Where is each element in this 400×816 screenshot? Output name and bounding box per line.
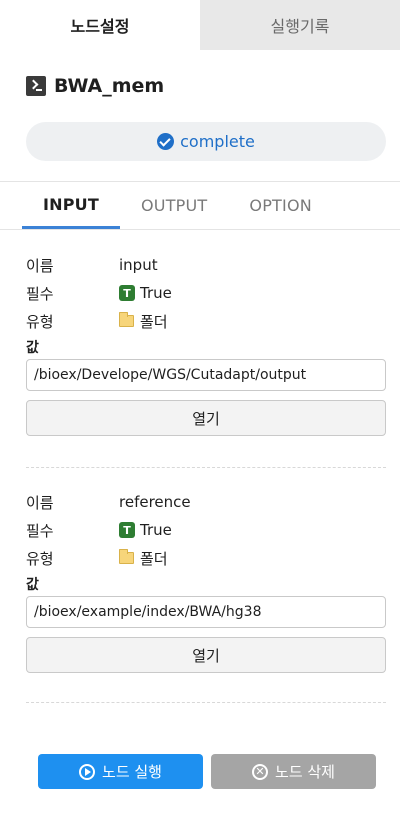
param-type-row: 유형 폴더 (26, 544, 386, 572)
param-name-row: 이름 reference (26, 488, 386, 516)
tab-input[interactable]: INPUT (22, 182, 120, 229)
delete-node-button[interactable]: ✕ 노드 삭제 (211, 754, 376, 789)
param-name-row: 이름 input (26, 251, 386, 279)
type-label: 유형 (26, 312, 54, 331)
path-field[interactable]: /bioex/example/index/BWA/hg38 (26, 596, 386, 628)
play-circle-icon (79, 763, 96, 780)
param-required-row: 필수 T True (26, 279, 386, 307)
param-name: reference (119, 493, 191, 511)
check-circle-icon (157, 133, 175, 150)
run-node-button[interactable]: 노드 실행 (38, 754, 203, 789)
value-label: 값 (26, 577, 39, 593)
open-button[interactable]: 열기 (26, 637, 386, 673)
node-header: BWA_mem (0, 50, 400, 122)
name-label: 이름 (26, 493, 54, 512)
tab-option[interactable]: OPTION (228, 182, 333, 229)
tab-node-settings[interactable]: 노드설정 (0, 0, 200, 50)
required-value: True (140, 521, 172, 539)
run-label: 노드 실행 (102, 763, 162, 781)
t-icon: T (119, 522, 135, 538)
terminal-icon (26, 76, 46, 96)
type-value: 폴더 (140, 549, 168, 568)
value-label: 값 (26, 340, 39, 356)
path-field[interactable]: /bioex/Develope/WGS/Cutadapt/output (26, 359, 386, 391)
required-label: 필수 (26, 284, 54, 303)
param-reference: 이름 reference 필수 T True 유형 폴더 값 /bioex/ex… (0, 468, 400, 673)
top-tab-bar: 노드설정 실행기록 (0, 0, 400, 50)
status-text: complete (180, 132, 255, 151)
tab-run-history[interactable]: 실행기록 (200, 0, 400, 50)
required-label: 필수 (26, 521, 54, 540)
type-value: 폴더 (140, 312, 168, 331)
tab-output[interactable]: OUTPUT (120, 182, 228, 229)
required-value: True (140, 284, 172, 302)
status-badge: complete (26, 122, 386, 161)
name-label: 이름 (26, 256, 54, 275)
delete-label: 노드 삭제 (275, 763, 335, 781)
param-type-row: 유형 폴더 (26, 307, 386, 335)
node-title: BWA_mem (54, 75, 165, 97)
param-name: input (119, 256, 158, 274)
folder-icon (119, 312, 134, 327)
open-button[interactable]: 열기 (26, 400, 386, 436)
action-bar: 노드 실행 ✕ 노드 삭제 (38, 754, 376, 789)
type-label: 유형 (26, 549, 54, 568)
t-icon: T (119, 285, 135, 301)
param-input: 이름 input 필수 T True 유형 폴더 값 /bioex/Develo… (0, 230, 400, 436)
sub-tab-bar: INPUT OUTPUT OPTION (0, 182, 400, 230)
folder-icon (119, 549, 134, 564)
divider (26, 702, 386, 703)
param-required-row: 필수 T True (26, 516, 386, 544)
close-circle-icon: ✕ (252, 763, 269, 780)
